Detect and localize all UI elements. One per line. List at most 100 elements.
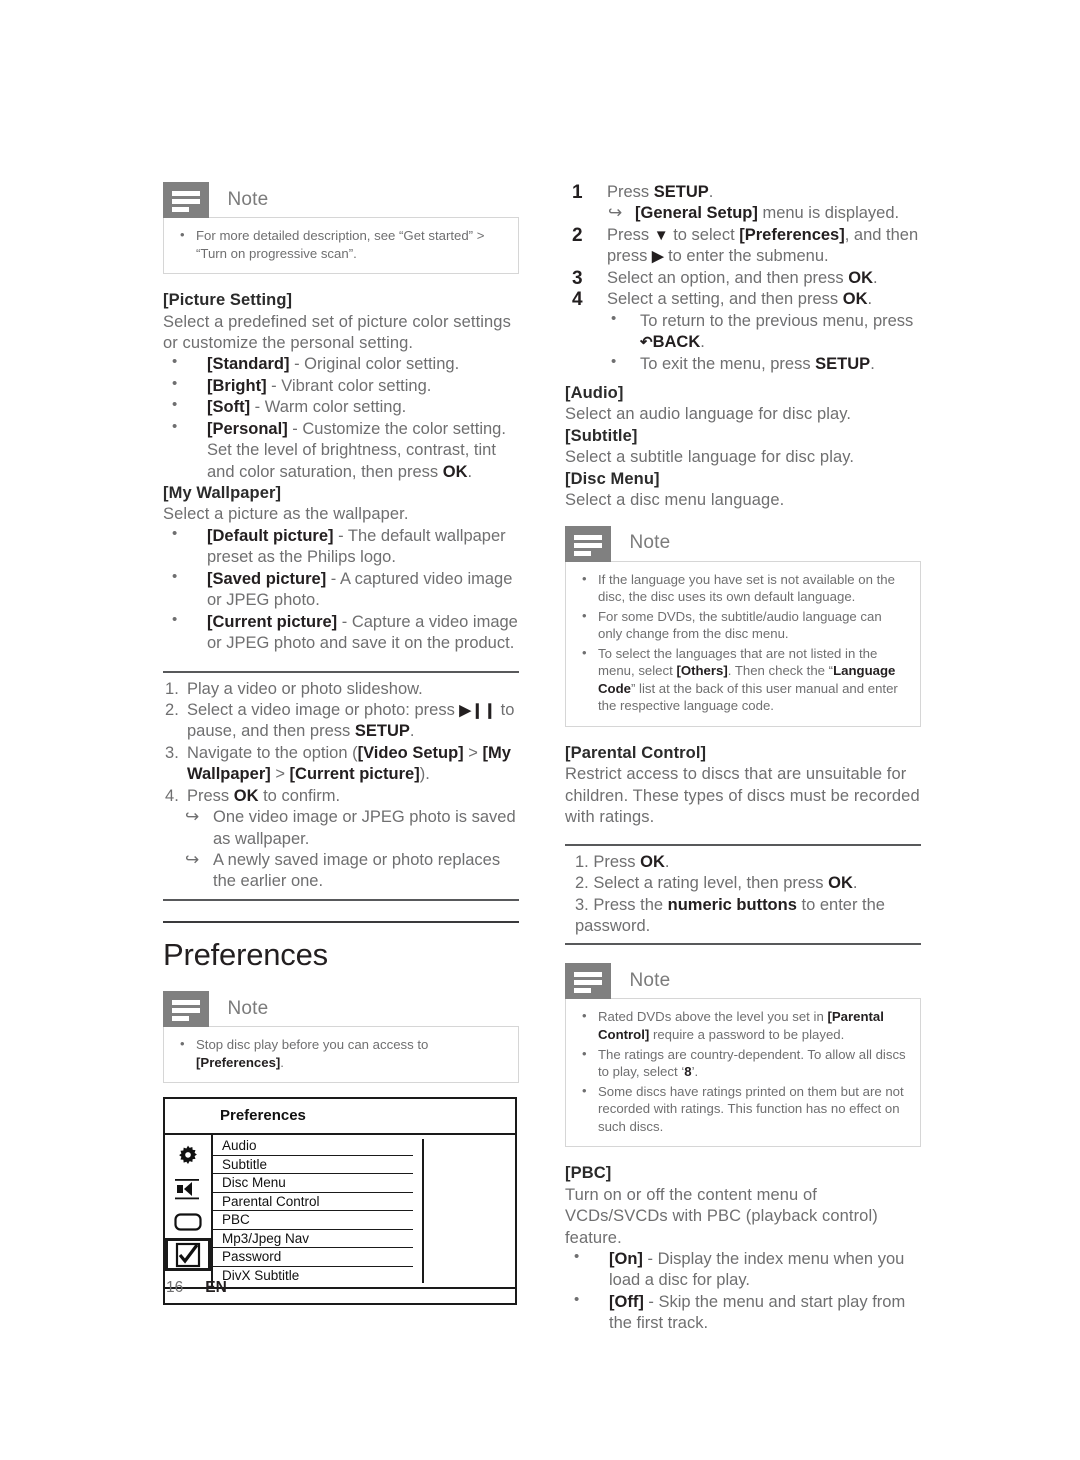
page-number: 16 xyxy=(166,1279,184,1296)
picture-setting-heading: [Picture Setting] xyxy=(163,291,293,310)
procedure-result-2: A newly saved image or photo replaces th… xyxy=(163,849,519,893)
step-number: 4 xyxy=(572,289,583,311)
menu-row-audio[interactable]: Audio xyxy=(213,1137,413,1156)
menu-row-disc-menu[interactable]: Disc Menu xyxy=(213,1174,413,1193)
step-1: 1 Press SETUP. xyxy=(565,182,921,203)
step-2: 2 Press ▼ to select [Preferences], and th… xyxy=(572,224,919,266)
section-parental-control: [Parental Control] Restrict access to di… xyxy=(565,743,921,829)
pc-step-1: 1. Press OK. xyxy=(575,852,670,871)
option-key: OK xyxy=(442,462,468,481)
pbc-intro: Turn on or off the content menu of VCDs/… xyxy=(565,1185,878,1247)
preferences-section-heading: Preferences xyxy=(163,936,328,972)
step-1-result: [General Setup] menu is displayed. xyxy=(565,202,921,225)
note-progressive-scan: Note For more detailed description, see … xyxy=(163,182,519,275)
option-desc: - Warm color setting. xyxy=(250,398,407,417)
note-body: For more detailed description, see “Get … xyxy=(163,217,519,275)
note-title: Note xyxy=(629,532,671,554)
option-desc: - Original color setting. xyxy=(289,355,460,374)
preferences-steps: 1Press SETUP. [General Setup] menu is di… xyxy=(565,182,921,375)
option-term: [Soft] xyxy=(207,398,251,417)
procedure-step-3: Navigate to the option ([Video Setup] > … xyxy=(165,743,511,784)
note-item: Rated DVDs above the level you set in [P… xyxy=(578,1007,908,1043)
menu-icon-rail xyxy=(165,1135,213,1288)
note-item: Stop disc play before you can access to … xyxy=(176,1035,506,1071)
option-on: [On] - Display the index menu when you l… xyxy=(565,1247,921,1292)
menu-row-mp3-jpeg-nav[interactable]: Mp3/Jpeg Nav xyxy=(213,1230,413,1249)
menu-row-subtitle[interactable]: Subtitle xyxy=(213,1156,413,1175)
audio-heading: [Audio] xyxy=(565,383,624,402)
note-icon xyxy=(163,991,209,1028)
step-4: 4 Select a setting, and then press OK. xyxy=(565,289,921,310)
menu-title: Preferences xyxy=(165,1099,515,1136)
play-pause-icon: ▶❙❙ xyxy=(459,701,497,719)
menu-row-divx-subtitle[interactable]: DivX Subtitle xyxy=(213,1267,413,1286)
procedure-step-2: Select a video image or photo: press ▶❙❙… xyxy=(165,700,515,741)
option-desc: - Skip the menu and start play from the … xyxy=(609,1292,906,1333)
option-term: [Personal] xyxy=(207,419,288,438)
option-default-picture: [Default picture] - The default wallpape… xyxy=(163,524,519,569)
section-divider xyxy=(163,920,519,923)
section-my-wallpaper: [My Wallpaper] Select a picture as the w… xyxy=(163,483,519,655)
note-item: For some DVDs, the subtitle/audio langua… xyxy=(578,607,908,643)
option-soft: [Soft] - Warm color setting. xyxy=(163,395,519,418)
step-4-bullet-back: To return to the previous menu, press ↶B… xyxy=(565,309,921,354)
option-term: [Saved picture] xyxy=(207,569,327,588)
note-item: For more detailed description, see “Get … xyxy=(176,226,506,262)
step-3: 3 Select an option, and then press OK. xyxy=(565,268,921,289)
option-saved-picture: [Saved picture] - A captured video image… xyxy=(163,567,519,612)
pbc-heading: [PBC] xyxy=(565,1164,612,1183)
menu-row-parental-control[interactable]: Parental Control xyxy=(213,1193,413,1212)
pc-step-3: 3. Press the numeric buttons to enter th… xyxy=(575,895,885,935)
note-title: Note xyxy=(227,997,269,1019)
picture-setting-intro: Select a predefined set of picture color… xyxy=(163,312,511,352)
note-body: If the language you have set is not avai… xyxy=(565,560,921,727)
gear-icon[interactable] xyxy=(165,1139,211,1172)
note-body: Rated DVDs above the level you set in [P… xyxy=(565,998,921,1148)
menu-body: Audio Subtitle Disc Menu Parental Contro… xyxy=(165,1135,515,1290)
right-column: 1Press SETUP. [General Setup] menu is di… xyxy=(565,182,921,1335)
checkbox-icon[interactable] xyxy=(165,1238,211,1272)
option-term: [On] xyxy=(609,1250,643,1269)
pbc-options: [On] - Display the index menu when you l… xyxy=(565,1247,921,1335)
option-standard: [Standard] - Original color setting. xyxy=(163,352,519,375)
menu-column-divider xyxy=(422,1139,424,1284)
note-icon xyxy=(565,525,611,562)
back-arrow-icon: ↶ xyxy=(640,334,653,352)
option-desc: - Display the index menu when you load a… xyxy=(609,1250,905,1290)
option-term: [Default picture] xyxy=(207,526,334,545)
note-item: To select the languages that are not lis… xyxy=(578,644,908,715)
pc-step-2: 2. Select a rating level, then press OK. xyxy=(575,874,858,893)
menu-row-pbc[interactable]: PBC xyxy=(213,1211,413,1230)
option-bright: [Bright] - Vibrant color setting. xyxy=(163,374,519,397)
option-current-picture: [Current picture] - Capture a video imag… xyxy=(163,610,519,655)
option-personal: [Personal] - Customize the color setting… xyxy=(163,417,519,483)
menu-row-password[interactable]: Password xyxy=(213,1248,413,1267)
parental-control-procedure: 1. Press OK. 2. Select a rating level, t… xyxy=(565,843,921,946)
note-body: Stop disc play before you can access to … xyxy=(163,1026,519,1084)
down-arrow-icon: ▼ xyxy=(653,226,669,244)
manual-page: Note For more detailed description, see … xyxy=(0,0,1080,1460)
section-picture-setting: [Picture Setting] Select a predefined se… xyxy=(163,290,519,483)
option-desc: - Vibrant color setting. xyxy=(266,376,432,395)
note-icon xyxy=(163,182,209,218)
disc-menu-heading: [Disc Menu] xyxy=(565,469,660,488)
note-language: Note If the language you have set is not… xyxy=(565,525,921,727)
audio-text: Select an audio language for disc play. xyxy=(565,405,852,424)
note-title: Note xyxy=(629,970,671,992)
page-language-code: EN xyxy=(205,1279,227,1296)
option-term: [Bright] xyxy=(207,376,267,395)
step-number: 2 xyxy=(572,224,583,246)
subtitle-text: Select a subtitle language for disc play… xyxy=(565,448,855,467)
option-term: [Off] xyxy=(609,1292,644,1311)
screen-icon[interactable] xyxy=(165,1205,211,1238)
disc-menu-text: Select a disc menu language. xyxy=(565,491,785,510)
option-off: [Off] - Skip the menu and start play fro… xyxy=(565,1290,921,1335)
speaker-icon[interactable] xyxy=(165,1172,211,1205)
subtitle-heading: [Subtitle] xyxy=(565,426,638,445)
option-tail: . xyxy=(467,462,473,481)
option-term: [Current picture] xyxy=(207,612,338,631)
note-ratings: Note Rated DVDs above the level you set … xyxy=(565,963,921,1148)
note-item: The ratings are country-dependent. To al… xyxy=(578,1045,908,1081)
wallpaper-procedure: Play a video or photo slideshow. Select … xyxy=(163,670,519,901)
my-wallpaper-intro: Select a picture as the wallpaper. xyxy=(163,505,409,524)
